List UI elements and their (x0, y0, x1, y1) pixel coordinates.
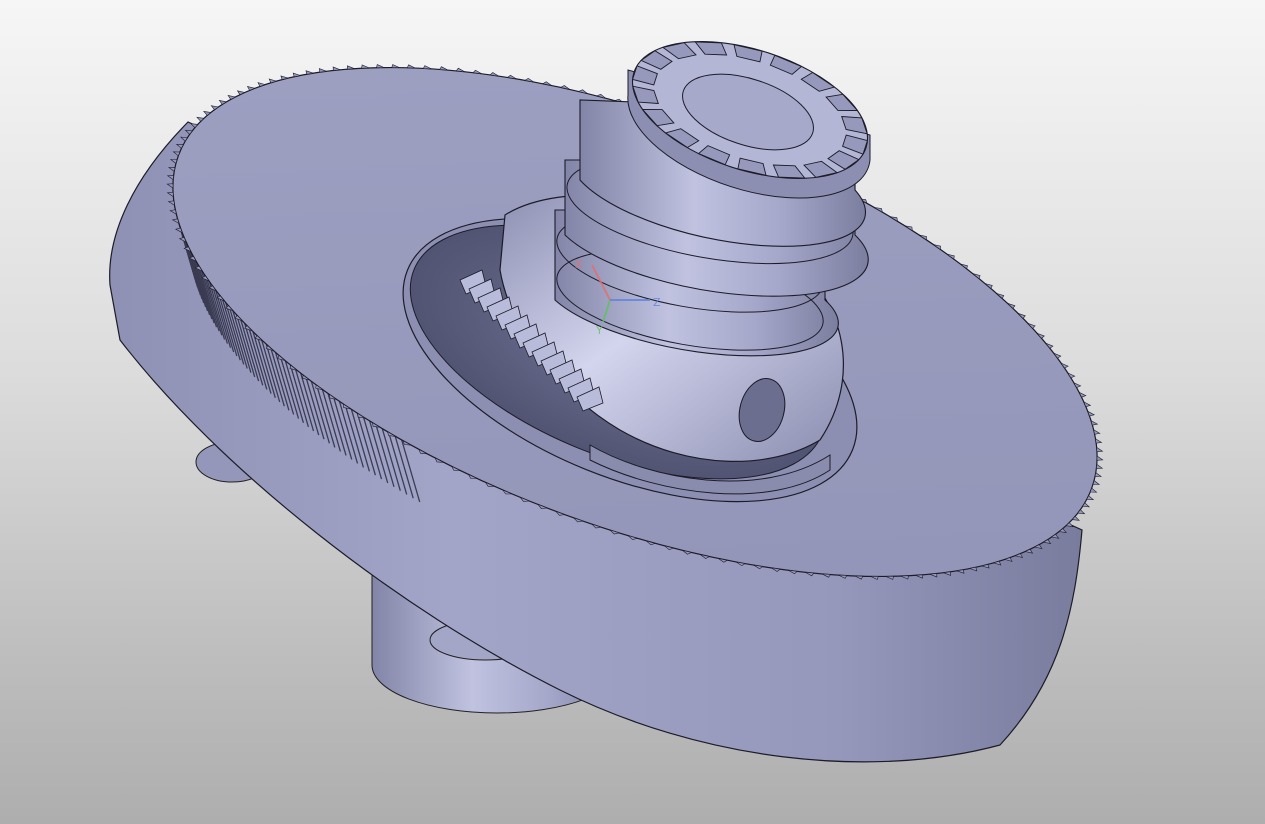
y-axis-label: Y (595, 324, 603, 337)
z-axis-label: Z (653, 296, 661, 309)
gear-assembly-model[interactable]: X Y Z (0, 0, 1265, 824)
cad-3d-viewport[interactable]: X Y Z (0, 0, 1265, 824)
x-axis-label: X (575, 258, 583, 271)
